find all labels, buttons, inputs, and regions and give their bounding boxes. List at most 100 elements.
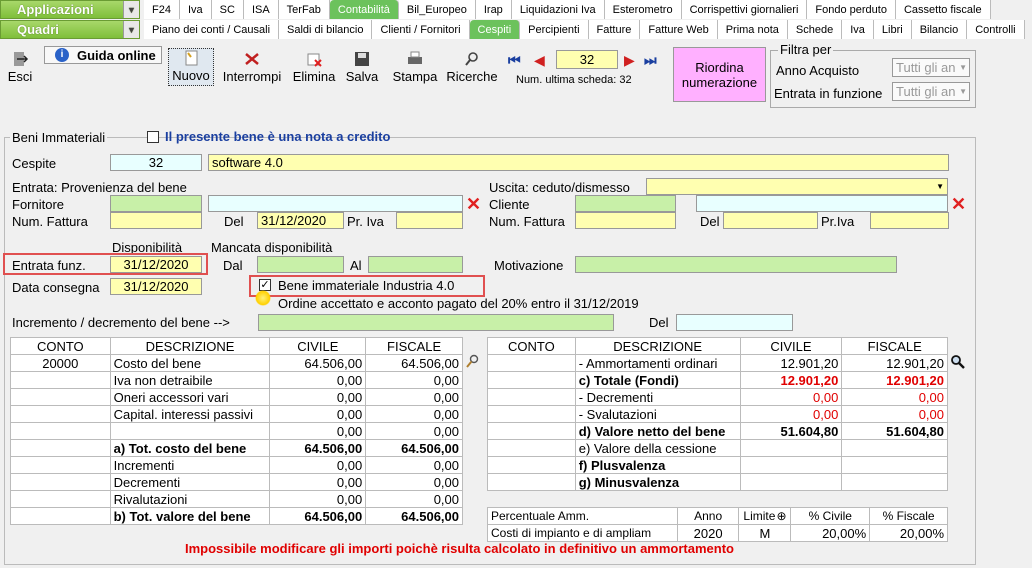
- chevron-down-icon: ▼: [959, 87, 967, 96]
- table-cell: - Decrementi: [574, 388, 741, 406]
- table-cell: [487, 405, 576, 423]
- applicazioni-select[interactable]: Applicazioni ▼: [0, 0, 140, 19]
- tab-terfab[interactable]: TerFab: [278, 0, 330, 19]
- table-cell: 51.604,80: [841, 422, 948, 440]
- table-row[interactable]: - Ammortamenti ordinari 12.901,20 12.901,2…: [487, 354, 948, 372]
- table-row[interactable]: Incrementi 0,00 0,00: [10, 456, 463, 474]
- tab-isa[interactable]: ISA: [243, 0, 279, 19]
- scheda-number-input[interactable]: 32: [556, 50, 618, 69]
- table-cell: 2020: [676, 524, 740, 542]
- tab-libri[interactable]: Libri: [873, 20, 912, 39]
- uscita-select[interactable]: ▼: [646, 178, 948, 195]
- next-record-icon[interactable]: ▶: [624, 52, 640, 68]
- table-row[interactable]: Rivalutazioni 0,00 0,00: [10, 490, 463, 508]
- tab-bilancio[interactable]: Bilancio: [911, 20, 968, 39]
- data-fattura-2-field[interactable]: [723, 212, 818, 229]
- table-row[interactable]: Oneri accessori vari 0,00 0,00: [10, 388, 463, 406]
- pr-iva-field[interactable]: [396, 212, 463, 229]
- clear-cliente-icon[interactable]: ✕: [951, 195, 966, 213]
- esci-button[interactable]: Esci: [4, 48, 36, 86]
- data-fattura-field[interactable]: 31/12/2020: [257, 212, 344, 229]
- table-row[interactable]: a) Tot. costo del bene 64.506,00 64.506,00: [10, 439, 463, 457]
- tab-fondo-perduto[interactable]: Fondo perduto: [807, 0, 896, 19]
- tab-sc[interactable]: SC: [211, 0, 244, 19]
- nota-credito-checkbox[interactable]: [147, 131, 159, 143]
- table-row[interactable]: g) Minusvalenza: [487, 473, 948, 491]
- cliente-code-field[interactable]: [575, 195, 676, 212]
- table-row[interactable]: - Svalutazioni 0,00 0,00: [487, 405, 948, 423]
- last-record-icon[interactable]: ⏭: [644, 52, 666, 68]
- table-row[interactable]: d) Valore netto del bene 51.604,80 51.604,…: [487, 422, 948, 440]
- tab-cassetto-fiscale[interactable]: Cassetto fiscale: [895, 0, 991, 19]
- search-icon[interactable]: [950, 354, 966, 370]
- first-record-icon[interactable]: ⏮: [508, 52, 530, 68]
- tab-iva[interactable]: Iva: [842, 20, 874, 39]
- tab-esterometro[interactable]: Esterometro: [604, 0, 682, 19]
- table-row[interactable]: b) Tot. valore del bene 64.506,00 64.506,0…: [10, 507, 463, 525]
- fornitore-name-field[interactable]: [208, 195, 463, 212]
- tab-cespiti[interactable]: Cespiti: [469, 20, 521, 39]
- tab-piano-dei-conti-causali[interactable]: Piano dei conti / Causali: [144, 20, 280, 39]
- tab-iva[interactable]: Iva: [179, 0, 212, 19]
- tab-schede[interactable]: Schede: [787, 20, 843, 39]
- table-row[interactable]: 0,00 0,00: [10, 422, 463, 440]
- nuovo-button[interactable]: Nuovo: [168, 48, 214, 86]
- table-row[interactable]: Iva non detraibile 0,00 0,00: [10, 371, 463, 389]
- mancata-dal-field[interactable]: [257, 256, 344, 273]
- quadri-select[interactable]: Quadri ▼: [0, 20, 140, 39]
- tab-percipienti[interactable]: Percipienti: [520, 20, 589, 39]
- fornitore-code-field[interactable]: [110, 195, 202, 212]
- entrata-funzione-select[interactable]: Tutti gli an ▼: [892, 82, 970, 101]
- chevron-down-icon[interactable]: ▼: [123, 1, 139, 18]
- table-row[interactable]: Decrementi 0,00 0,00: [10, 473, 463, 491]
- entrata-funz-field[interactable]: 31/12/2020: [110, 256, 202, 273]
- stampa-button[interactable]: Stampa: [390, 48, 440, 86]
- tab-clienti-fornitori[interactable]: Clienti / Fornitori: [372, 20, 470, 39]
- num-fattura-field[interactable]: [110, 212, 202, 229]
- tab-f24[interactable]: F24: [144, 0, 180, 19]
- clear-fornitore-icon[interactable]: ✕: [466, 195, 481, 213]
- elimina-button[interactable]: Elimina: [290, 48, 338, 86]
- tab-liquidazioni-iva[interactable]: Liquidazioni Iva: [511, 0, 605, 19]
- table-cell: Incrementi: [109, 456, 271, 474]
- table-cell: 0,00: [841, 388, 948, 406]
- table-row[interactable]: f) Plusvalenza: [487, 456, 948, 474]
- table-row[interactable]: 20000 Costo del bene 64.506,00 64.506,00: [10, 354, 463, 372]
- cespite-number-field[interactable]: 32: [110, 154, 202, 171]
- tab-irap[interactable]: Irap: [475, 0, 512, 19]
- motivazione-field[interactable]: [575, 256, 897, 273]
- incremento-field[interactable]: [258, 314, 614, 331]
- table-row[interactable]: Costi di impianto e di ampliam 2020 M 20,00…: [487, 524, 948, 542]
- tab-saldi-di-bilancio[interactable]: Saldi di bilancio: [279, 20, 373, 39]
- prev-record-icon[interactable]: ◀: [534, 52, 550, 68]
- interrompi-button[interactable]: Interrompi: [218, 48, 286, 86]
- table-row[interactable]: e) Valore della cessione: [487, 439, 948, 457]
- chevron-down-icon[interactable]: ▼: [123, 21, 139, 38]
- data-consegna-field[interactable]: 31/12/2020: [110, 278, 202, 295]
- tab-corrispettivi-giornalieri[interactable]: Corrispettivi giornalieri: [681, 0, 808, 19]
- tab-controlli[interactable]: Controlli: [967, 20, 1025, 39]
- incremento-data-field[interactable]: [676, 314, 793, 331]
- tab-fatture[interactable]: Fatture: [588, 20, 641, 39]
- cliente-name-field[interactable]: [696, 195, 948, 212]
- magnifier-icon[interactable]: [464, 354, 480, 370]
- guida-label: Guida online: [77, 47, 156, 63]
- table-cell: [10, 388, 111, 406]
- table-row[interactable]: c) Totale (Fondi) 12.901,20 12.901,20: [487, 371, 948, 389]
- tab-contabilit-[interactable]: Contabilità: [329, 0, 399, 19]
- riordina-button[interactable]: Riordina numerazione: [673, 47, 766, 102]
- mancata-al-field[interactable]: [368, 256, 463, 273]
- pr-iva-2-field[interactable]: [870, 212, 949, 229]
- cespite-description-field[interactable]: software 4.0: [208, 154, 949, 171]
- num-fattura-2-field[interactable]: [575, 212, 676, 229]
- tab-prima-nota[interactable]: Prima nota: [717, 20, 788, 39]
- table-row[interactable]: - Decrementi 0,00 0,00: [487, 388, 948, 406]
- tab-fatture-web[interactable]: Fatture Web: [640, 20, 718, 39]
- salva-button[interactable]: Salva: [342, 48, 382, 86]
- anno-acquisto-select[interactable]: Tutti gli an ▼: [892, 58, 970, 77]
- plus-circle-icon[interactable]: ⊕: [776, 509, 786, 523]
- table-row[interactable]: Capital. interessi passivi 0,00 0,00: [10, 405, 463, 423]
- tab-bil-europeo[interactable]: Bil_Europeo: [398, 0, 476, 19]
- guida-online-button[interactable]: i Guida online: [44, 46, 162, 64]
- ricerche-button[interactable]: Ricerche: [444, 48, 500, 86]
